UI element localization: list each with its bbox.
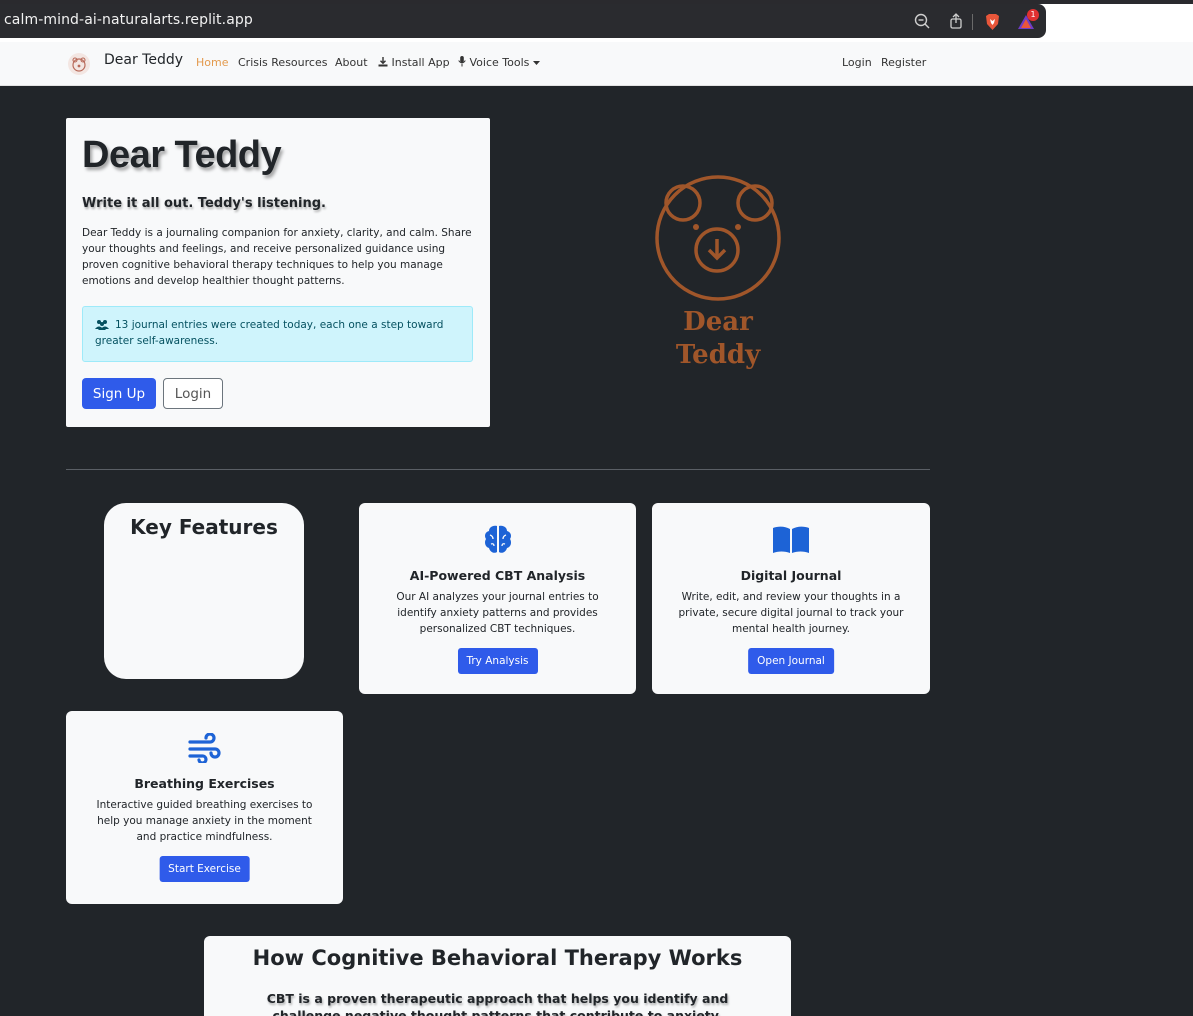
notification-badge: 1: [1027, 9, 1039, 21]
browser-chrome: calm-mind-ai-naturalarts.replit.app 1: [0, 0, 1193, 42]
logo-text-dear: Dear: [683, 307, 753, 337]
users-icon: [95, 320, 109, 330]
zoom-out-icon[interactable]: [913, 13, 931, 31]
nav-about[interactable]: About: [335, 56, 368, 69]
brand-logo-icon[interactable]: [68, 53, 90, 75]
download-icon: [378, 57, 388, 67]
start-exercise-button[interactable]: Start Exercise: [159, 856, 250, 882]
nav-install-app[interactable]: Install App: [378, 56, 450, 69]
book-icon: [652, 525, 930, 559]
cbt-section-title: How Cognitive Behavioral Therapy Works: [252, 946, 743, 970]
dear-teddy-logo: Dear Teddy: [650, 170, 790, 375]
brave-shield-icon[interactable]: [983, 13, 1001, 31]
how-cbt-works-section: How Cognitive Behavioral Therapy Works C…: [204, 936, 791, 1016]
nav-voice-tools-label: Voice Tools: [469, 56, 530, 69]
hero-subtitle: Write it all out. Teddy's listening.: [82, 196, 326, 211]
login-button[interactable]: Login: [163, 378, 223, 409]
share-icon[interactable]: [947, 13, 965, 31]
feature-title: Digital Journal: [740, 568, 842, 583]
feature-description: Interactive guided breathing exercises t…: [96, 799, 313, 843]
microphone-icon: [458, 56, 466, 67]
toolbar-divider: [972, 14, 973, 30]
key-features-card: Key Features: [104, 503, 304, 679]
feature-title: Breathing Exercises: [134, 776, 275, 791]
try-analysis-button[interactable]: Try Analysis: [457, 648, 538, 674]
feature-description: Our AI analyzes your journal entries to …: [396, 591, 599, 635]
caret-down-icon: [532, 61, 540, 65]
brand-name[interactable]: Dear Teddy: [104, 52, 183, 68]
brain-icon: [359, 523, 636, 559]
hero-card: Dear Teddy Write it all out. Teddy's lis…: [66, 118, 490, 427]
open-journal-button[interactable]: Open Journal: [748, 648, 834, 674]
nav-home[interactable]: Home: [196, 56, 228, 69]
address-bar[interactable]: calm-mind-ai-naturalarts.replit.app 1: [0, 4, 1046, 38]
key-features-heading: Key Features: [130, 515, 278, 539]
feature-card-digital-journal: Digital Journal Write, edit, and review …: [652, 503, 930, 694]
feature-description: Write, edit, and review your thoughts in…: [678, 591, 904, 635]
feature-title: AI-Powered CBT Analysis: [409, 568, 586, 583]
journal-count-text: 13 journal entries were created today, e…: [95, 319, 444, 347]
wind-icon: [66, 732, 343, 767]
site-navbar: Dear Teddy Home Crisis Resources About I…: [0, 42, 1193, 86]
nav-login[interactable]: Login: [842, 56, 872, 69]
nav-crisis-resources[interactable]: Crisis Resources: [238, 56, 327, 69]
feature-card-cbt-analysis: AI-Powered CBT Analysis Our AI analyzes …: [359, 503, 636, 694]
feature-card-breathing-exercises: Breathing Exercises Interactive guided b…: [66, 711, 343, 904]
url-text[interactable]: calm-mind-ai-naturalarts.replit.app: [4, 12, 253, 28]
logo-text-teddy: Teddy: [676, 340, 761, 370]
cbt-section-description: CBT is a proven therapeutic approach tha…: [266, 991, 729, 1016]
brave-rewards-icon[interactable]: 1: [1017, 9, 1039, 31]
hero-description: Dear Teddy is a journaling companion for…: [82, 227, 472, 287]
section-divider: [66, 469, 930, 470]
journal-count-alert: 13 journal entries were created today, e…: [82, 306, 473, 362]
nav-voice-tools-dropdown[interactable]: Voice Tools: [458, 56, 540, 69]
hero-title: Dear Teddy: [82, 134, 282, 176]
sign-up-button[interactable]: Sign Up: [82, 378, 156, 409]
nav-install-app-label: Install App: [391, 56, 450, 69]
nav-register[interactable]: Register: [881, 56, 926, 69]
